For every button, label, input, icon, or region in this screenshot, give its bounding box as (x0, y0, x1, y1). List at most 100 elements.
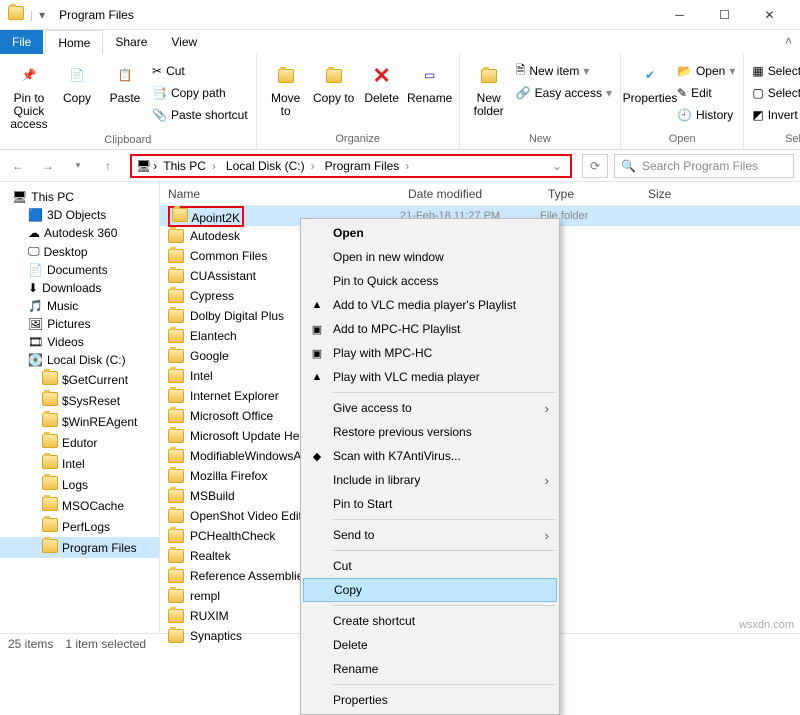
copy-to-button[interactable]: Copy to (311, 60, 357, 107)
tree-item[interactable]: 🖼Pictures (0, 315, 159, 333)
up-button[interactable]: ↑ (96, 154, 120, 178)
menu-item[interactable]: Restore previous versions (303, 420, 557, 444)
menu-item[interactable]: ▣Play with MPC-HC (303, 341, 557, 365)
tab-view[interactable]: View (159, 30, 209, 54)
menu-label: Play with VLC media player (333, 370, 480, 384)
minimize-button[interactable]: ─ (657, 0, 702, 30)
back-button[interactable]: ← (6, 154, 30, 178)
select-all-button[interactable]: ▦Select all (750, 60, 800, 82)
paste-button[interactable]: 📋Paste (102, 60, 148, 107)
menu-item[interactable]: Pin to Quick access (303, 269, 557, 293)
tree-icon: 🖵 (28, 244, 40, 259)
paste-shortcut-button[interactable]: 📎Paste shortcut (150, 104, 250, 126)
menu-item[interactable]: Open (303, 221, 557, 245)
tree-label: Music (47, 299, 78, 313)
column-headers[interactable]: Name Date modified Type Size (160, 182, 800, 206)
tab-share[interactable]: Share (103, 30, 159, 54)
crumb-programfiles[interactable]: Program Files› (321, 159, 414, 173)
tree-item[interactable]: $SysReset (0, 390, 159, 411)
easy-access-button[interactable]: 🔗Easy access▾ (514, 82, 614, 104)
menu-item[interactable]: Delete (303, 633, 557, 657)
tree-item[interactable]: $GetCurrent (0, 369, 159, 390)
refresh-button[interactable]: ⟳ (582, 154, 608, 178)
crumb-thispc[interactable]: This PC› (159, 159, 220, 173)
newitem-icon: 🗎 (516, 61, 526, 82)
menu-item[interactable]: ▲Add to VLC media player's Playlist (303, 293, 557, 317)
properties-button[interactable]: ✔Properties (627, 60, 673, 107)
tree-item[interactable]: 🎞Videos (0, 333, 159, 351)
new-item-button[interactable]: 🗎New item▾ (514, 60, 614, 82)
tree-item[interactable]: Logs (0, 474, 159, 495)
tree-item[interactable]: ⬇Downloads (0, 279, 159, 297)
menu-label: Scan with K7AntiVirus... (333, 449, 461, 463)
ribbon-collapse-icon[interactable]: ˄ (777, 30, 800, 54)
menu-item[interactable]: Open in new window (303, 245, 557, 269)
close-button[interactable]: ✕ (747, 0, 792, 30)
tree-item[interactable]: 🟦3D Objects (0, 206, 159, 224)
menu-item[interactable]: Properties (303, 688, 557, 712)
tree-item[interactable]: PerfLogs (0, 516, 159, 537)
invert-selection-button[interactable]: ◩Invert selection (750, 104, 800, 126)
menu-item[interactable]: Rename (303, 657, 557, 681)
tree-item[interactable]: 📄Documents (0, 261, 159, 279)
tab-file[interactable]: File (0, 30, 43, 54)
tree-item[interactable]: 🎵Music (0, 297, 159, 315)
qat-chevron-icon[interactable]: ▾ (39, 8, 45, 22)
context-menu[interactable]: OpenOpen in new windowPin to Quick acces… (300, 218, 560, 715)
maximize-button[interactable]: ☐ (702, 0, 747, 30)
menu-item[interactable]: Cut (303, 554, 557, 578)
col-size[interactable]: Size (640, 187, 700, 201)
tree-label: Program Files (62, 541, 137, 555)
pin-quick-access-button[interactable]: 📌Pin to Quick access (6, 60, 52, 134)
tree-item[interactable]: 🖥This PC (0, 188, 159, 206)
menu-item[interactable]: Create shortcut (303, 609, 557, 633)
tree-icon (42, 476, 58, 493)
address-dropdown-icon[interactable]: ⌄ (548, 159, 566, 173)
menu-item[interactable]: Give access to (303, 396, 557, 420)
col-type[interactable]: Type (540, 187, 640, 201)
col-name[interactable]: Name (160, 187, 400, 201)
invert-icon: ◩ (752, 108, 763, 122)
tree-icon (42, 539, 58, 556)
edit-icon: ✎ (677, 86, 687, 100)
menu-label: Pin to Start (333, 497, 392, 511)
tree-item[interactable]: $WinREAgent (0, 411, 159, 432)
nav-tree[interactable]: 🖥This PC🟦3D Objects☁Autodesk 360🖵Desktop… (0, 182, 160, 633)
menu-item[interactable]: Send to (303, 523, 557, 547)
menu-label: Restore previous versions (333, 425, 472, 439)
tree-item[interactable]: MSOCache (0, 495, 159, 516)
edit-button[interactable]: ✎Edit (675, 82, 737, 104)
menu-item[interactable]: ▲Play with VLC media player (303, 365, 557, 389)
cut-button[interactable]: ✂Cut (150, 60, 250, 82)
forward-button[interactable]: → (36, 154, 60, 178)
copy-path-button[interactable]: 📑Copy path (150, 82, 250, 104)
recent-button[interactable]: ▾ (66, 154, 90, 178)
tree-item[interactable]: 🖵Desktop (0, 242, 159, 261)
tree-item[interactable]: Program Files (0, 537, 159, 558)
col-date[interactable]: Date modified (400, 187, 540, 201)
open-button[interactable]: 📂Open▾ (675, 60, 737, 82)
tree-label: Local Disk (C:) (47, 353, 126, 367)
select-none-button[interactable]: ▢Select none (750, 82, 800, 104)
new-folder-button[interactable]: New folder (466, 60, 512, 120)
copy-button[interactable]: 📄Copy (54, 60, 100, 107)
crumb-localdisk[interactable]: Local Disk (C:)› (222, 159, 319, 173)
search-input[interactable]: 🔍 Search Program Files (614, 154, 794, 178)
menu-item[interactable]: ▣Add to MPC-HC Playlist (303, 317, 557, 341)
tab-home[interactable]: Home (45, 30, 103, 54)
breadcrumb[interactable]: 🖥› This PC› Local Disk (C:)› Program Fil… (130, 154, 572, 178)
menu-item[interactable]: Pin to Start (303, 492, 557, 516)
move-to-button[interactable]: Move to (263, 60, 309, 120)
history-button[interactable]: 🕘History (675, 104, 737, 126)
menu-item[interactable]: ◆Scan with K7AntiVirus... (303, 444, 557, 468)
tree-item[interactable]: ☁Autodesk 360 (0, 224, 159, 242)
tree-item[interactable]: 💽Local Disk (C:) (0, 351, 159, 369)
delete-button[interactable]: ✕Delete (359, 60, 405, 107)
mpc-icon: ▣ (309, 321, 325, 337)
tree-item[interactable]: Intel (0, 453, 159, 474)
rename-button[interactable]: ▭Rename (407, 60, 453, 107)
tree-item[interactable]: Edutor (0, 432, 159, 453)
menu-item[interactable]: Include in library (303, 468, 557, 492)
menu-item[interactable]: Copy (303, 578, 557, 602)
menu-label: Send to (333, 528, 374, 542)
